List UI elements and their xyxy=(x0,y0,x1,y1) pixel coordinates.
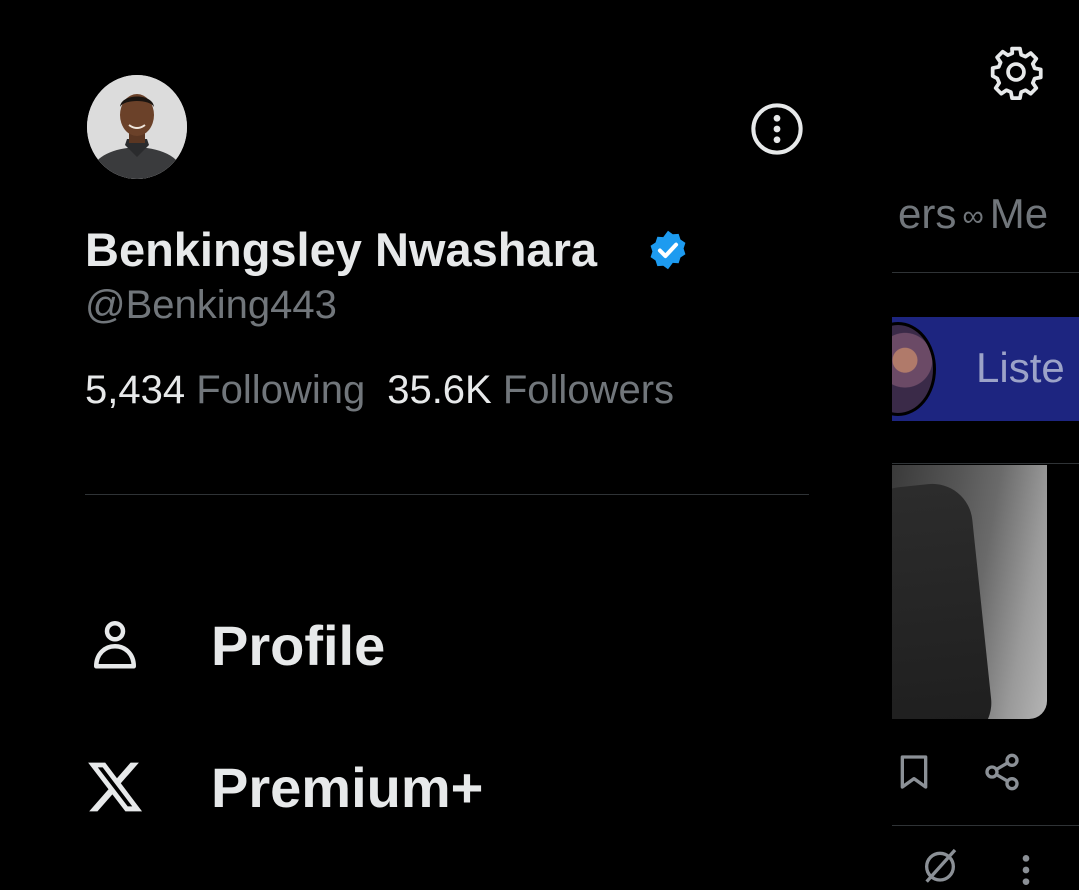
menu-item-profile[interactable]: Profile xyxy=(85,603,685,683)
followers-link[interactable]: 35.6K Followers xyxy=(387,368,674,412)
feed-tabs-partial[interactable]: ers ∞ Me xyxy=(898,190,1048,238)
profile-display-name[interactable]: Benkingsley Nwashara xyxy=(85,222,597,277)
menu-item-premium[interactable]: Premium+ xyxy=(85,745,685,825)
share-icon[interactable] xyxy=(982,752,1022,792)
person-icon xyxy=(94,620,136,669)
following-link[interactable]: 5,434 Following xyxy=(85,368,365,412)
following-label: Following xyxy=(196,368,366,412)
account-more-icon[interactable] xyxy=(750,102,804,156)
menu-item-label: Profile xyxy=(211,614,386,677)
more-options-icon[interactable] xyxy=(1006,850,1046,890)
feed-divider xyxy=(892,825,1079,826)
following-count: 5,434 xyxy=(85,368,186,412)
feed-tab-partial[interactable]: Me xyxy=(990,190,1048,237)
drawer-divider xyxy=(85,494,809,495)
grok-icon[interactable] xyxy=(920,845,960,885)
post-media-image[interactable] xyxy=(892,465,1047,719)
feed-tabs-divider xyxy=(892,272,1079,273)
profile-handle[interactable]: @Benking443 xyxy=(85,283,337,328)
spaces-listen-label[interactable]: Liste xyxy=(976,344,1065,392)
home-feed-background xyxy=(892,0,1079,883)
verified-badge-icon[interactable] xyxy=(646,228,690,272)
feed-tab-partial[interactable]: ers xyxy=(898,190,956,237)
feed-divider xyxy=(892,463,1079,464)
profile-photo xyxy=(87,75,187,179)
follow-stats: 5,434 Following 35.6K Followers xyxy=(85,368,674,413)
followers-label: Followers xyxy=(502,368,675,412)
menu-item-label: Premium+ xyxy=(211,756,484,819)
avatar[interactable] xyxy=(87,75,187,179)
bookmark-icon[interactable] xyxy=(894,752,934,792)
followers-count: 35.6K xyxy=(387,368,492,412)
tab-separator: ∞ xyxy=(962,199,984,233)
settings-gear-icon[interactable] xyxy=(988,44,1044,100)
x-logo-icon xyxy=(88,762,143,812)
